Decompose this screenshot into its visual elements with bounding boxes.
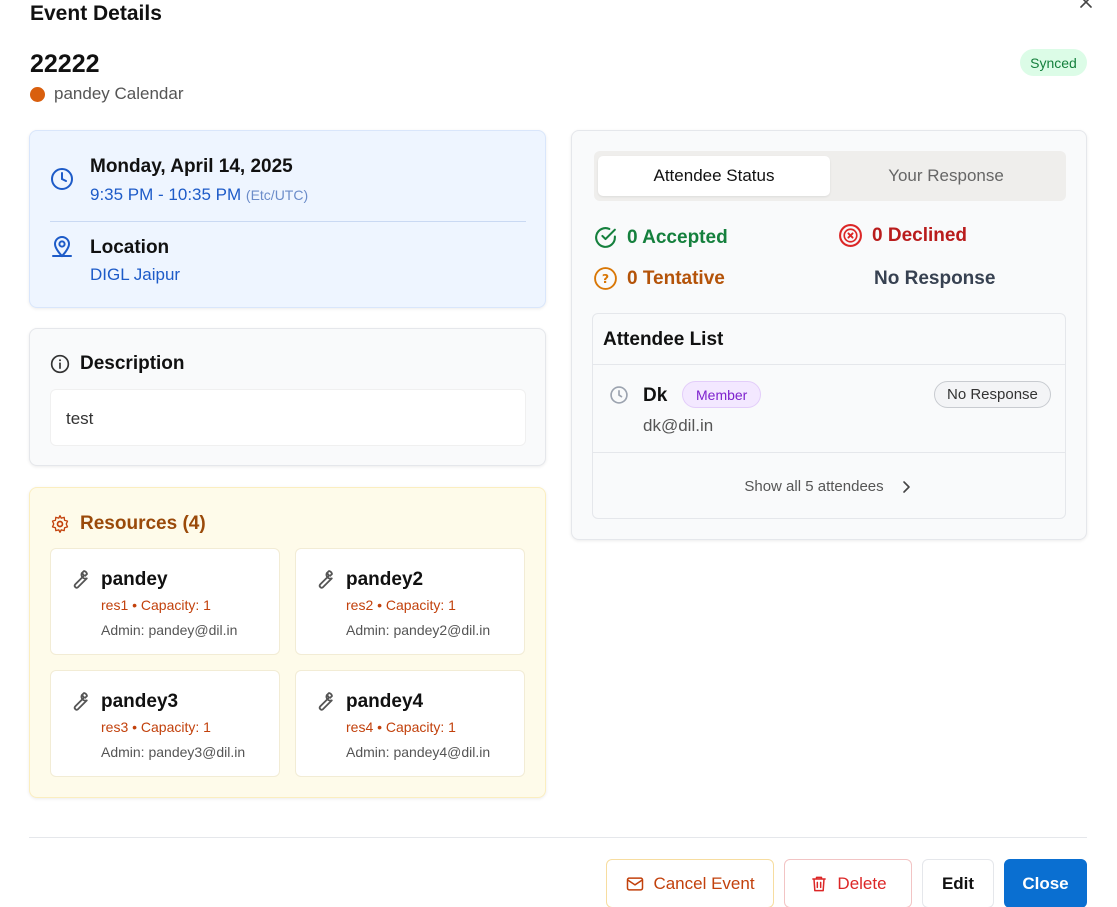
attendees-card: Attendee Status Your Response 0 Accepted… — [571, 130, 1087, 540]
close-button[interactable]: Close — [1004, 859, 1087, 907]
resources-card: Resources (4) pandey res1 • Capacity: 1 … — [29, 487, 546, 798]
resources-label: Resources (4) — [80, 513, 206, 534]
divider — [50, 221, 526, 222]
resource-name: pandey4 — [346, 691, 424, 712]
svg-text:?: ? — [602, 271, 609, 286]
calendar-name: pandey Calendar — [54, 84, 184, 103]
trash-icon — [812, 876, 827, 891]
close-icon[interactable] — [1076, 0, 1096, 12]
question-circle-icon: ? — [594, 267, 617, 290]
wrench-icon — [312, 689, 336, 713]
list-item[interactable]: Dk Member No Response dk@dil.in — [593, 365, 1065, 453]
resource-meta: res2 • Capacity: 1 — [346, 597, 456, 613]
no-response-stat: No Response — [874, 268, 995, 290]
event-timezone: (Etc/UTC) — [245, 187, 309, 203]
tentative-count: 0 Tentative — [627, 267, 725, 289]
tentative-stat: ? 0 Tentative — [593, 266, 725, 291]
attendee-tabs: Attendee Status Your Response — [594, 151, 1066, 201]
wrench-icon — [67, 567, 91, 591]
declined-stat: 0 Declined — [838, 223, 967, 248]
footer-divider — [29, 837, 1087, 838]
attendee-email: dk@dil.in — [643, 416, 714, 435]
check-circle-icon — [595, 227, 616, 248]
schedule-card: Monday, April 14, 2025 9:35 PM - 10:35 P… — [29, 130, 546, 308]
clock-icon — [50, 167, 74, 191]
clock-icon — [609, 385, 629, 405]
wrench-icon — [67, 689, 91, 713]
dialog-title: Event Details — [30, 2, 162, 25]
info-icon — [50, 354, 70, 374]
sync-status-badge: Synced — [1020, 49, 1087, 76]
chevron-right-icon — [902, 480, 910, 493]
description-text: test — [50, 389, 526, 446]
show-all-label: Show all 5 attendees — [744, 478, 884, 495]
declined-count: 0 Declined — [872, 224, 968, 246]
attendee-list: Attendee List Dk Member No Response dk@d… — [592, 313, 1066, 519]
resource-name: pandey2 — [346, 569, 424, 590]
description-card: Description test — [29, 328, 546, 466]
delete-button[interactable]: Delete — [784, 859, 912, 907]
mail-x-icon — [627, 876, 644, 891]
x-circle-icon — [839, 224, 862, 247]
tab-your-response[interactable]: Your Response — [830, 156, 1062, 196]
event-time-range: 9:35 PM - 10:35 PM — [90, 185, 242, 204]
no-response-label: No Response — [874, 268, 996, 289]
resource-item[interactable]: pandey2 res2 • Capacity: 1 Admin: pandey… — [295, 548, 525, 655]
location-label: Location — [90, 237, 170, 258]
show-all-attendees-button[interactable]: Show all 5 attendees — [593, 453, 1065, 518]
description-label: Description — [80, 353, 185, 374]
wrench-icon — [312, 567, 336, 591]
resource-admin: Admin: pandey4@dil.in — [346, 744, 491, 760]
resource-admin: Admin: pandey@dil.in — [101, 622, 238, 638]
accepted-count: 0 Accepted — [627, 226, 728, 248]
accepted-stat: 0 Accepted — [593, 225, 728, 250]
resource-meta: res1 • Capacity: 1 — [101, 597, 211, 613]
role-badge: Member — [682, 381, 762, 408]
cancel-event-button[interactable]: Cancel Event — [606, 859, 774, 907]
calendar-color-dot — [30, 86, 45, 102]
calendar-indicator: pandey Calendar — [30, 84, 183, 104]
resource-item[interactable]: pandey res1 • Capacity: 1 Admin: pandey@… — [50, 548, 280, 655]
resource-meta: res4 • Capacity: 1 — [346, 719, 456, 735]
gear-icon — [50, 514, 70, 534]
resource-name: pandey — [101, 569, 168, 590]
cancel-event-label: Cancel Event — [653, 873, 755, 893]
tab-attendee-status[interactable]: Attendee Status — [598, 156, 830, 196]
map-pin-icon — [50, 235, 74, 259]
resource-item[interactable]: pandey4 res4 • Capacity: 1 Admin: pandey… — [295, 670, 525, 777]
resource-admin: Admin: pandey3@dil.in — [101, 744, 246, 760]
resource-meta: res3 • Capacity: 1 — [101, 719, 211, 735]
event-title: 22222 — [30, 50, 100, 78]
delete-label: Delete — [837, 873, 887, 893]
event-date: Monday, April 14, 2025 — [90, 156, 293, 177]
resource-admin: Admin: pandey2@dil.in — [346, 622, 491, 638]
event-time: 9:35 PM - 10:35 PM (Etc/UTC) — [90, 185, 308, 205]
location-value: DIGL Jaipur — [90, 265, 181, 284]
edit-button[interactable]: Edit — [922, 859, 994, 907]
resource-name: pandey3 — [101, 691, 179, 712]
attendee-list-title: Attendee List — [593, 314, 1065, 365]
attendee-name: Dk — [643, 385, 668, 406]
resource-item[interactable]: pandey3 res3 • Capacity: 1 Admin: pandey… — [50, 670, 280, 777]
status-badge: No Response — [934, 381, 1051, 408]
